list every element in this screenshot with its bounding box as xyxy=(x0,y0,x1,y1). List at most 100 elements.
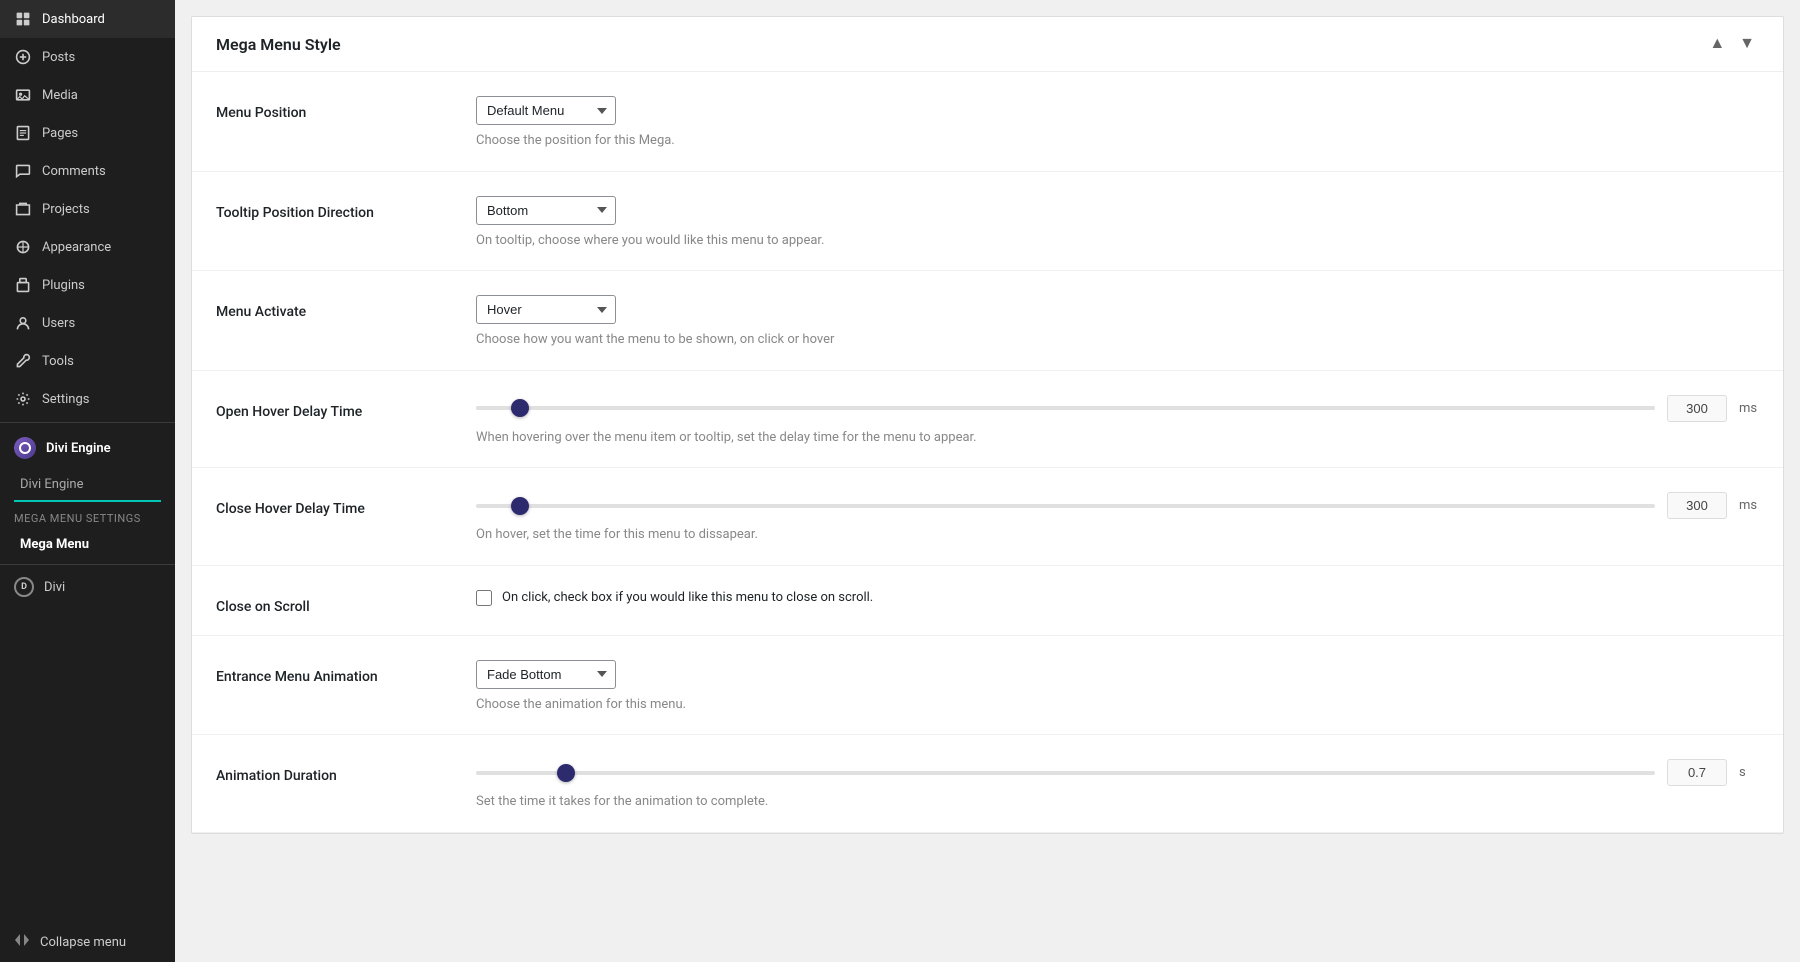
panel-down-button[interactable]: ▼ xyxy=(1735,33,1759,55)
sidebar-item-dashboard[interactable]: Dashboard xyxy=(0,0,175,38)
posts-icon xyxy=(14,48,32,66)
sidebar-item-label: Pages xyxy=(42,126,78,141)
close-on-scroll-control: On click, check box if you would like th… xyxy=(476,590,1759,606)
animation-duration-slider-row: s xyxy=(476,759,1759,786)
menu-position-label-col: Menu Position xyxy=(216,96,476,121)
menu-activate-label: Menu Activate xyxy=(216,304,306,320)
close-on-scroll-checkbox[interactable] xyxy=(476,590,492,606)
sidebar-sub-divi-engine[interactable]: Divi Engine xyxy=(0,469,175,500)
sidebar-sub-mega-menu[interactable]: Mega Menu xyxy=(0,529,175,560)
close-hover-delay-input[interactable] xyxy=(1667,492,1727,519)
users-icon xyxy=(14,314,32,332)
open-hover-delay-input[interactable] xyxy=(1667,395,1727,422)
animation-duration-input[interactable] xyxy=(1667,759,1727,786)
panel-controls: ▲ ▼ xyxy=(1705,33,1759,55)
divi-engine-label: Divi Engine xyxy=(46,441,111,456)
tooltip-position-control: Bottom Top Left Right On tooltip, choose… xyxy=(476,196,1759,251)
sidebar-item-settings[interactable]: Settings xyxy=(0,380,175,418)
sidebar: Dashboard Posts Media Pages Comments Pro… xyxy=(0,0,175,962)
sidebar-item-posts[interactable]: Posts xyxy=(0,38,175,76)
sidebar-item-label: Settings xyxy=(42,392,89,407)
collapse-menu-item[interactable]: Collapse menu xyxy=(0,922,175,962)
tooltip-position-select[interactable]: Bottom Top Left Right xyxy=(476,196,616,225)
sidebar-item-label: Projects xyxy=(42,202,90,217)
panel-title: Mega Menu Style xyxy=(216,35,341,54)
sidebar-divider-2 xyxy=(0,564,175,565)
settings-panel: Mega Menu Style ▲ ▼ Menu Position Defaul… xyxy=(191,16,1784,834)
sidebar-item-media[interactable]: Media xyxy=(0,76,175,114)
collapse-label: Collapse menu xyxy=(40,935,126,950)
close-hover-delay-row: Close Hover Delay Time ms On hover, set … xyxy=(192,468,1783,566)
entrance-animation-select[interactable]: Fade Bottom Fade Top Fade Left Fade Righ… xyxy=(476,660,616,689)
sidebar-item-projects[interactable]: Projects xyxy=(0,190,175,228)
close-hover-delay-slider-row: ms xyxy=(476,492,1759,519)
menu-position-control: Default Menu Left Right Center Choose th… xyxy=(476,96,1759,151)
settings-icon xyxy=(14,390,32,408)
menu-position-row: Menu Position Default Menu Left Right Ce… xyxy=(192,72,1783,172)
tooltip-position-label-col: Tooltip Position Direction xyxy=(216,196,476,221)
sidebar-item-plugins[interactable]: Plugins xyxy=(0,266,175,304)
open-hover-delay-unit: ms xyxy=(1739,401,1759,416)
close-hover-delay-label-col: Close Hover Delay Time xyxy=(216,492,476,517)
close-on-scroll-label: Close on Scroll xyxy=(216,599,310,615)
animation-duration-control: s Set the time it takes for the animatio… xyxy=(476,759,1759,812)
animation-duration-slider[interactable] xyxy=(476,771,1655,775)
close-hover-delay-control: ms On hover, set the time for this menu … xyxy=(476,492,1759,545)
close-hover-delay-slider[interactable] xyxy=(476,504,1655,508)
open-hover-delay-slider[interactable] xyxy=(476,406,1655,410)
open-hover-delay-label: Open Hover Delay Time xyxy=(216,404,362,420)
entrance-animation-row: Entrance Menu Animation Fade Bottom Fade… xyxy=(192,636,1783,736)
sidebar-item-label: Plugins xyxy=(42,278,85,293)
close-on-scroll-label-col: Close on Scroll xyxy=(216,590,476,615)
menu-activate-description: Choose how you want the menu to be shown… xyxy=(476,330,1759,350)
animation-duration-row: Animation Duration s Set the time it tak… xyxy=(192,735,1783,833)
close-hover-delay-description: On hover, set the time for this menu to … xyxy=(476,525,1759,545)
tooltip-position-label: Tooltip Position Direction xyxy=(216,205,374,221)
open-hover-delay-slider-row: ms xyxy=(476,395,1759,422)
animation-duration-label-col: Animation Duration xyxy=(216,759,476,784)
sidebar-item-comments[interactable]: Comments xyxy=(0,152,175,190)
close-on-scroll-row: Close on Scroll On click, check box if y… xyxy=(192,566,1783,636)
open-hover-delay-row: Open Hover Delay Time ms When hovering o… xyxy=(192,371,1783,469)
entrance-animation-description: Choose the animation for this menu. xyxy=(476,695,1759,715)
entrance-animation-label-col: Entrance Menu Animation xyxy=(216,660,476,685)
sidebar-item-divi[interactable]: D Divi xyxy=(0,569,175,605)
sidebar-item-pages[interactable]: Pages xyxy=(0,114,175,152)
dashboard-icon xyxy=(14,10,32,28)
sidebar-item-tools[interactable]: Tools xyxy=(0,342,175,380)
open-hover-delay-label-col: Open Hover Delay Time xyxy=(216,395,476,420)
menu-position-select[interactable]: Default Menu Left Right Center xyxy=(476,96,616,125)
media-icon xyxy=(14,86,32,104)
divi-label: Divi xyxy=(44,580,65,595)
tooltip-position-description: On tooltip, choose where you would like … xyxy=(476,231,1759,251)
menu-activate-label-col: Menu Activate xyxy=(216,295,476,320)
divi-engine-logo xyxy=(14,437,36,459)
open-hover-delay-control: ms When hovering over the menu item or t… xyxy=(476,395,1759,448)
sidebar-item-label: Comments xyxy=(42,164,106,179)
pages-icon xyxy=(14,124,32,142)
sidebar-item-users[interactable]: Users xyxy=(0,304,175,342)
menu-activate-select[interactable]: Hover Click xyxy=(476,295,616,324)
main-content: Mega Menu Style ▲ ▼ Menu Position Defaul… xyxy=(175,0,1800,962)
sidebar-item-label: Users xyxy=(42,316,75,331)
close-hover-delay-label: Close Hover Delay Time xyxy=(216,501,365,517)
close-on-scroll-checkbox-label: On click, check box if you would like th… xyxy=(502,590,873,605)
plugins-icon xyxy=(14,276,32,294)
entrance-animation-control: Fade Bottom Fade Top Fade Left Fade Righ… xyxy=(476,660,1759,715)
sidebar-item-label: Media xyxy=(42,88,78,103)
sidebar-divider xyxy=(0,422,175,423)
sidebar-item-label: Posts xyxy=(42,50,75,65)
tools-icon xyxy=(14,352,32,370)
tooltip-position-row: Tooltip Position Direction Bottom Top Le… xyxy=(192,172,1783,272)
menu-position-description: Choose the position for this Mega. xyxy=(476,131,1759,151)
entrance-animation-label: Entrance Menu Animation xyxy=(216,669,378,685)
panel-header: Mega Menu Style ▲ ▼ xyxy=(192,17,1783,72)
divi-logo: D xyxy=(14,577,34,597)
panel-up-button[interactable]: ▲ xyxy=(1705,33,1729,55)
menu-activate-control: Hover Click Choose how you want the menu… xyxy=(476,295,1759,350)
menu-activate-row: Menu Activate Hover Click Choose how you… xyxy=(192,271,1783,371)
sidebar-item-appearance[interactable]: Appearance xyxy=(0,228,175,266)
animation-duration-description: Set the time it takes for the animation … xyxy=(476,792,1759,812)
sidebar-item-divi-engine[interactable]: Divi Engine xyxy=(0,427,175,469)
sidebar-item-label: Dashboard xyxy=(42,12,105,27)
